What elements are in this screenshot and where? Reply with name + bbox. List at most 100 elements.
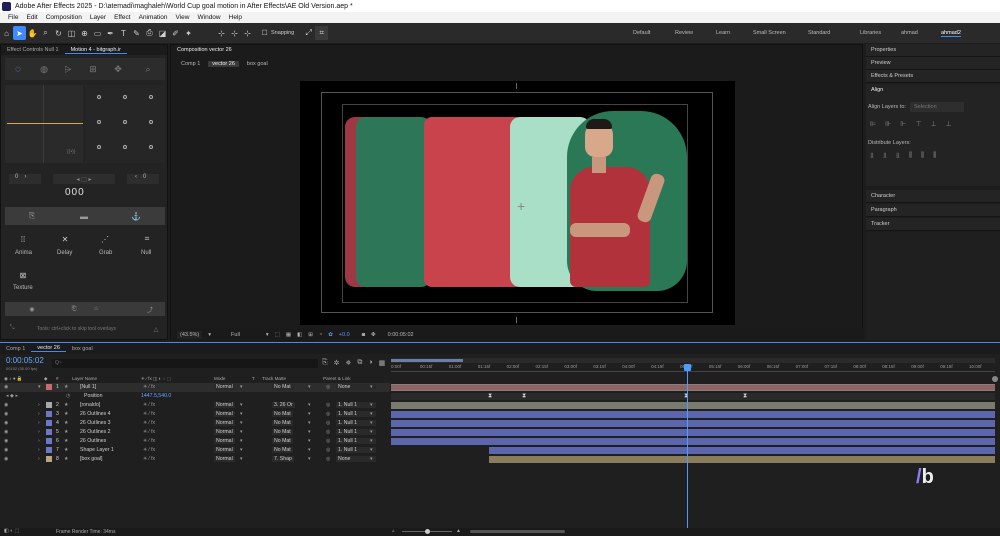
track-matte-select[interactable]: No Mat [272,447,293,453]
comp-panel-title[interactable]: Composition vector 26 [171,47,238,53]
track-matte-select[interactable]: 3. 26 Or [272,402,295,408]
character-panel[interactable]: Character [866,190,1000,203]
pickwhip-icon[interactable]: ◎ [326,447,331,453]
anchor-top-left[interactable] [97,95,101,99]
pickwhip-icon[interactable]: ◎ [326,420,331,426]
layer-duration-bar[interactable] [391,393,995,400]
region-icon[interactable]: ⬚ [275,332,280,338]
anchor-icon[interactable]: ⚓ [127,209,145,223]
keyframe-nav-icon[interactable]: ◂ ◆ ▸ [6,393,18,399]
layer-duration-bar[interactable] [391,420,995,427]
align-bottom-icon[interactable]: ⊥ [946,120,952,128]
red-bar-center[interactable] [424,117,524,287]
layer-mode-select[interactable]: Normal [214,384,235,390]
track-matte-select[interactable]: No Mat [272,384,293,390]
menu-layer[interactable]: Layer [90,14,106,21]
label-color-swatch[interactable] [46,438,52,444]
zoom-select[interactable]: (43.5%) [177,330,203,339]
clone-stamp-tool-icon[interactable]: ⎙ [143,26,156,40]
work-area-bar[interactable] [391,358,995,363]
world-axis-icon[interactable]: ⊹ [228,26,241,40]
footer-toggle-icons[interactable]: ◧ ◐ ⬚ [4,528,19,534]
shy-icon[interactable]: ✵ [345,359,351,367]
visibility-eye-icon[interactable]: ◉ [4,429,9,435]
drop-icon[interactable]: ◍ [35,60,53,78]
visibility-eye-icon[interactable]: ◉ [4,384,9,390]
layer-mode-select[interactable]: Normal [214,447,235,453]
layer-search-input[interactable]: Q~ [52,359,318,368]
workspace-ahmad[interactable]: ahmad [901,30,918,36]
workspace-small-screen[interactable]: Small Screen [753,30,786,36]
anchor-top-right[interactable] [149,95,153,99]
layer-duration-bar[interactable] [489,456,995,463]
breadcrumb-comp1[interactable]: Comp 1 [181,61,200,67]
snapshot-icon[interactable]: ◙ [362,332,365,338]
expand-chevron-icon[interactable]: › [38,411,40,417]
dist-bottom-icon[interactable]: ⫫ [896,152,900,160]
comp-canvas[interactable]: + [300,81,735,325]
tl-tab-box-goal[interactable]: box goal [66,346,99,352]
align-right-icon[interactable]: ⊩ [900,120,906,128]
pickwhip-icon[interactable]: ◎ [326,429,331,435]
frame-blend-icon[interactable]: ⧉ [357,359,362,367]
playhead-line[interactable] [687,364,688,530]
layer-name[interactable]: 26 Outlines 4 [80,411,111,417]
pickwhip-icon[interactable]: ◎ [326,411,331,417]
zoom-tool-icon[interactable]: ⌕ [39,26,52,40]
grid-icon[interactable]: ⊞ [84,60,102,78]
layer-mode-select[interactable]: Normal [214,438,235,444]
workspace-ahmad2[interactable]: ahmad2 [941,30,961,37]
visibility-eye-icon[interactable]: ◉ [4,438,9,444]
camera-tool-icon[interactable]: ◫ [65,26,78,40]
eye-icon[interactable]: ◉ [23,303,41,315]
comp-flowchart-icon[interactable]: ⎘ [322,359,328,367]
visibility-eye-icon[interactable]: ◉ [4,447,9,453]
texture-icon[interactable]: ⊠ [11,269,35,281]
workspace-review[interactable]: Review [675,30,693,36]
local-axis-icon[interactable]: ⊹ [215,26,228,40]
layer-name[interactable]: Shape Layer 1 [80,447,114,453]
layer-duration-bar[interactable] [391,429,995,436]
pan-behind-tool-icon[interactable]: ⊕ [78,26,91,40]
menu-view[interactable]: View [176,14,190,21]
eraser-tool-icon[interactable]: ◪ [156,26,169,40]
label-color-swatch[interactable] [46,384,52,390]
track-matte-select[interactable]: No Mat [272,411,293,417]
home-icon[interactable]: ⌂ [0,26,13,40]
label-color-swatch[interactable] [46,429,52,435]
view-axis-icon[interactable]: ⊹ [241,26,254,40]
tab-effect-controls[interactable]: Effect Controls Null 1 [1,47,65,53]
keyframe-marker[interactable]: ⧗ [522,393,526,400]
playhead-handle[interactable] [684,364,691,371]
layer-mode-select[interactable]: Normal [214,456,235,462]
track-matte-select[interactable]: No Mat [272,429,293,435]
timeline-scroll-knob[interactable] [992,376,998,382]
draft-3d-icon[interactable]: ✲ [334,359,340,367]
menu-composition[interactable]: Composition [46,14,82,21]
timeline-timecode[interactable]: 0:00:05:02 [6,356,44,365]
menu-animation[interactable]: Animation [139,14,168,21]
snapping-checkbox[interactable]: ☐ [258,26,271,40]
expand-chevron-icon[interactable]: › [38,420,40,426]
tl-tab-vector26[interactable]: vector 26 [31,345,66,352]
anchor-bottom-left[interactable] [97,145,101,149]
pickwhip-icon[interactable]: ◎ [326,438,331,444]
track-matte-select[interactable]: No Mat [272,420,293,426]
layer-switch-icons[interactable]: ✳ ⁄ fx [143,438,155,444]
anchor-top-center[interactable] [123,95,127,99]
layer-duration-bar[interactable] [391,438,995,445]
layer-row[interactable]: ◉ › 6 ★ 26 Outlines ✳ ⁄ fx Normal ▾ No Mat ▾ ◎ 1. N… [0,437,390,446]
label-color-swatch[interactable] [46,447,52,453]
mask-icon[interactable]: ◧ [297,332,302,338]
resolution-select[interactable]: Full [231,332,240,338]
keyframe-marker[interactable]: ⧗ [743,393,747,400]
layer-switch-icons[interactable]: ✳ ⁄ fx [143,447,155,453]
align-to-select[interactable]: Selection [910,102,964,112]
layer-row[interactable]: ◉ › 7 ★ Shape Layer 1 ✳ ⁄ fx Normal ▾ No Mat ▾ ◎ 1.… [0,446,390,455]
curve-icon[interactable]: ⤴ [141,303,159,315]
scale-stepper[interactable]: ◂ ⬚ ▸ [53,174,115,184]
position-value[interactable]: 1447.5,540.0 [141,393,171,399]
layer-mode-select[interactable]: Normal [214,411,235,417]
layer-switch-icons[interactable]: ✳ ⁄ fx [143,456,155,462]
layer-row[interactable]: ◉ › 3 ★ 26 Outlines 4 ✳ ⁄ fx Normal ▾ No Mat ▾ ◎ 1.… [0,410,390,419]
